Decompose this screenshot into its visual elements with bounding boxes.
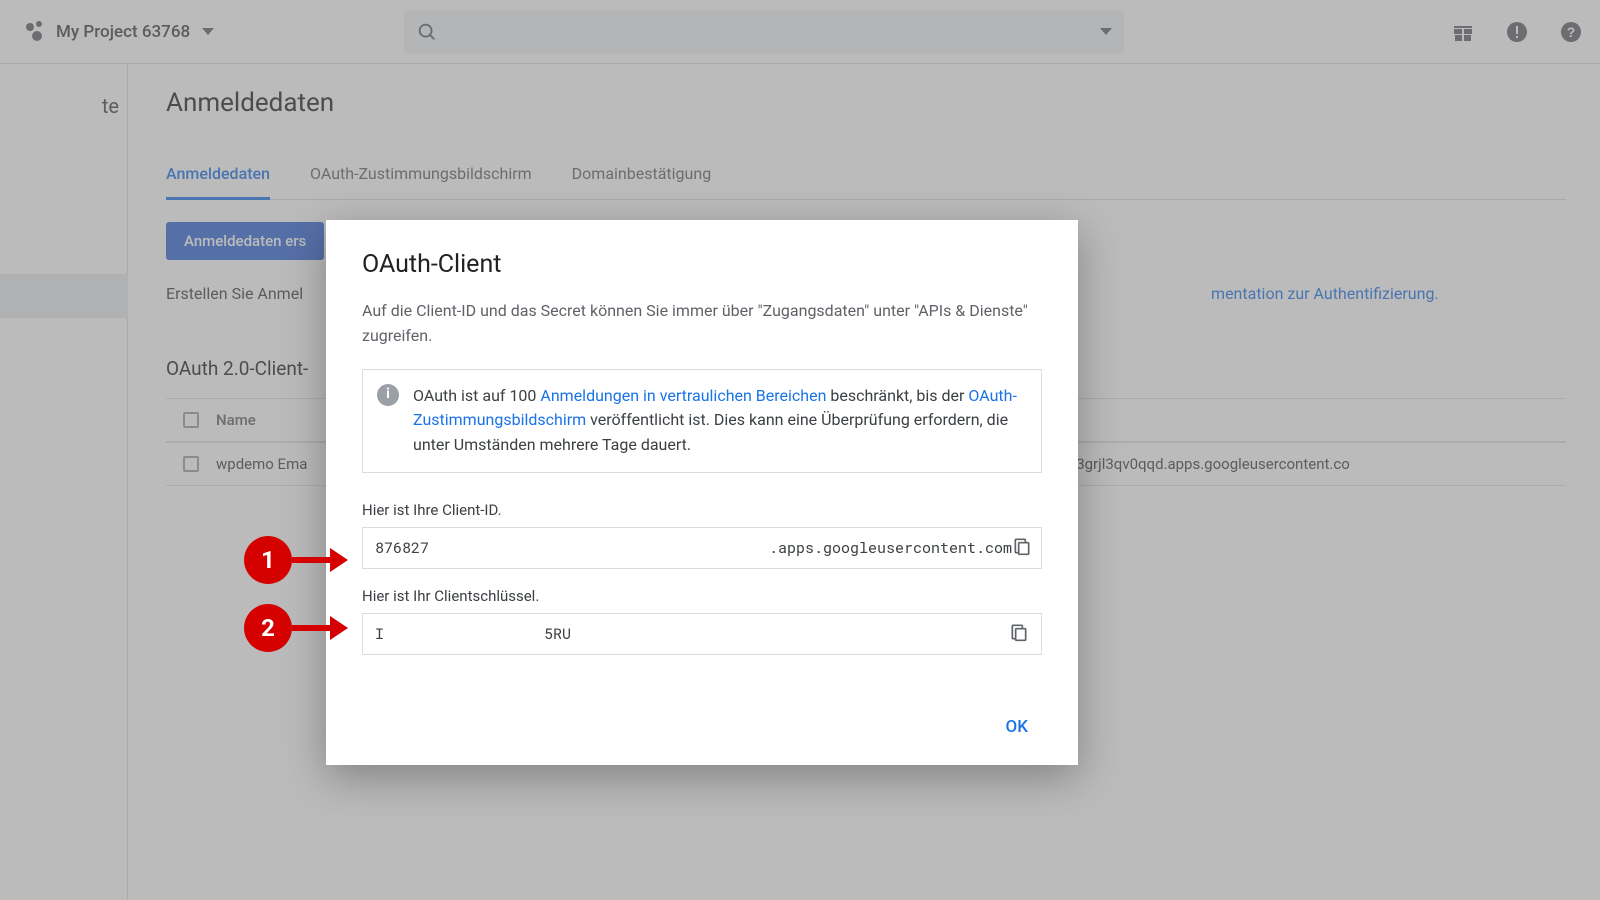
copy-client-id-button[interactable] xyxy=(1012,536,1033,560)
client-id-label: Hier ist Ihre Client-ID. xyxy=(362,501,1042,519)
info-banner: i OAuth ist auf 100 Anmeldungen in vertr… xyxy=(362,369,1042,473)
client-id-prefix: 876827 xyxy=(375,538,429,558)
dialog-lead: Auf die Client-ID und das Secret können … xyxy=(362,299,1042,349)
annotation-callout-2: 2 xyxy=(244,604,348,652)
annotation-arrow-head xyxy=(330,616,348,640)
annotation-badge: 2 xyxy=(244,604,292,652)
restricted-scopes-link[interactable]: Anmeldungen in vertraulichen Bereichen xyxy=(540,386,826,405)
dialog-actions: OK xyxy=(362,673,1042,745)
info-icon: i xyxy=(377,384,399,406)
client-secret-suffix: 5RU xyxy=(544,624,571,644)
annotation-arrow xyxy=(292,625,330,631)
copy-client-secret-button[interactable] xyxy=(1009,622,1033,646)
client-secret-field: I 5RU xyxy=(362,613,1042,655)
client-secret-label: Hier ist Ihr Clientschlüssel. xyxy=(362,587,1042,605)
button-label: OK xyxy=(1006,717,1028,737)
client-id-suffix: .apps.googleusercontent.com xyxy=(769,538,1012,558)
annotation-arrow-head xyxy=(330,548,348,572)
annotation-number: 2 xyxy=(261,614,275,642)
oauth-client-dialog: OAuth-Client Auf die Client-ID und das S… xyxy=(326,220,1078,765)
annotation-badge: 1 xyxy=(244,536,292,584)
info-text: beschränkt, bis der xyxy=(826,386,968,405)
ok-button[interactable]: OK xyxy=(992,709,1042,745)
dialog-title: OAuth-Client xyxy=(362,250,1042,279)
client-secret-prefix: I xyxy=(375,624,384,644)
annotation-callout-1: 1 xyxy=(244,536,348,584)
annotation-number: 1 xyxy=(261,546,275,574)
info-text: OAuth ist auf 100 xyxy=(413,386,540,405)
client-id-field: 876827 .apps.googleusercontent.com xyxy=(362,527,1042,569)
annotation-arrow xyxy=(292,557,330,563)
